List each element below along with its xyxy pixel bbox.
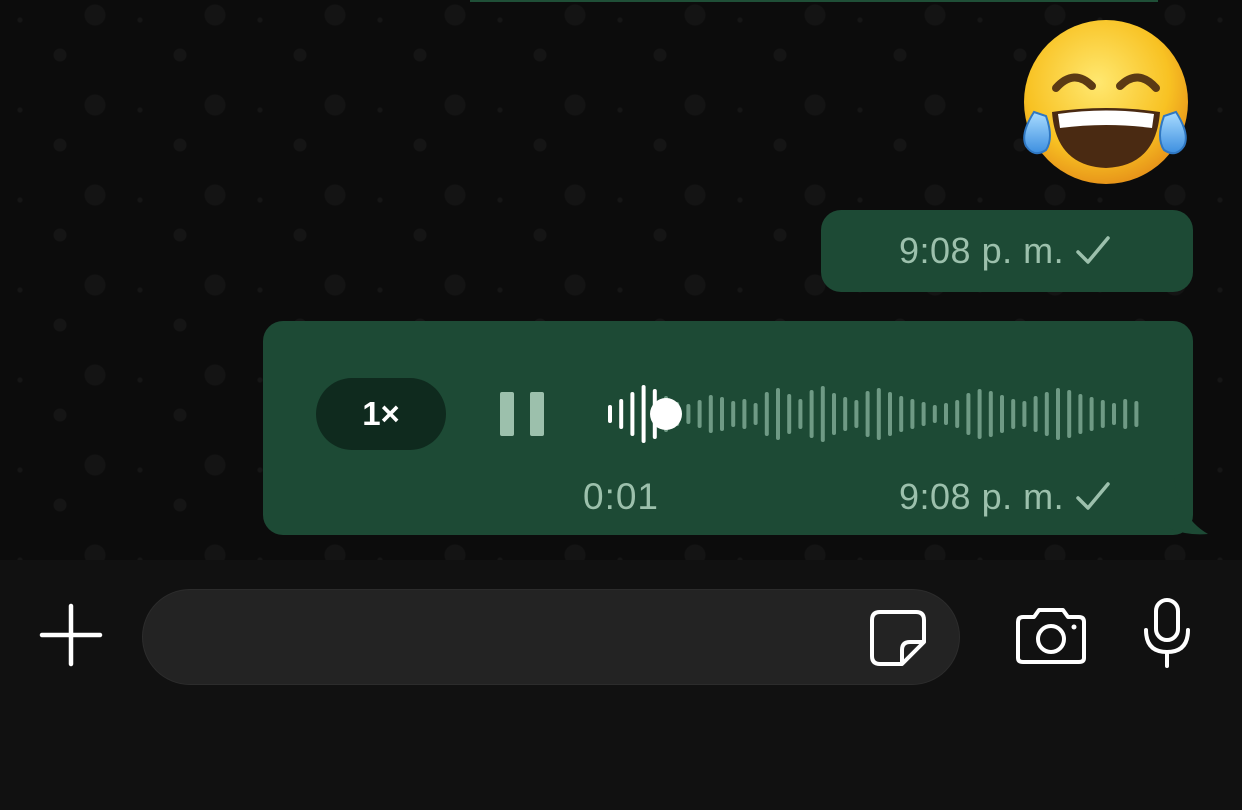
waveform-bar <box>1056 388 1060 440</box>
waveform-bar <box>776 388 780 440</box>
waveform-bar <box>1022 401 1027 427</box>
waveform-bar <box>753 403 758 425</box>
waveform-bar <box>888 392 892 436</box>
waveform-bar <box>608 405 612 423</box>
audio-waveform[interactable] <box>600 378 1148 450</box>
waveform-bar <box>1089 397 1094 431</box>
waveform-bar <box>820 386 825 442</box>
waveform-bar <box>720 397 724 431</box>
message-time: 9:08 p. m. <box>899 230 1065 271</box>
waveform-bar <box>854 400 859 428</box>
message-time: 9:08 p. m. <box>899 476 1065 517</box>
sticker-icon[interactable] <box>866 606 930 670</box>
single-check-icon <box>1074 480 1112 514</box>
waveform-bar <box>630 392 635 436</box>
previous-bubble-edge <box>470 0 1158 2</box>
camera-icon[interactable] <box>1012 606 1090 666</box>
waveform-bar <box>742 399 747 429</box>
waveform-bar <box>1100 400 1105 428</box>
waveform-bar <box>1078 394 1083 434</box>
waveform-bar <box>708 395 713 433</box>
waveform-bar <box>910 399 915 429</box>
waveform-bar <box>787 394 792 434</box>
message-meta: 9:08 p. m. <box>899 476 1112 518</box>
message-input[interactable] <box>175 616 859 662</box>
single-check-icon <box>1074 234 1112 268</box>
waveform-bar <box>619 399 624 429</box>
waveform-bar <box>1033 396 1038 432</box>
playback-scrubber-handle[interactable] <box>650 398 682 430</box>
pause-icon[interactable] <box>496 386 552 442</box>
waveform-bar <box>843 397 848 431</box>
emoji-message-bubble[interactable]: 9:08 p. m. <box>821 210 1193 292</box>
bubble-tail <box>1168 478 1208 535</box>
plus-icon[interactable] <box>38 602 104 668</box>
chat-area: 9:08 p. m. 1× 0:01 9:08 p. m. <box>0 0 1242 560</box>
voice-elapsed-time: 0:01 <box>583 476 660 517</box>
waveform-bar <box>876 388 881 440</box>
waveform-bar <box>697 400 702 428</box>
waveform-bar <box>1000 395 1004 433</box>
waveform-bar <box>798 399 803 429</box>
waveform-bar <box>921 402 926 426</box>
message-input-field[interactable] <box>142 589 960 685</box>
waveform-bar <box>1123 399 1128 429</box>
waveform-bar <box>832 393 836 435</box>
waveform-bar <box>764 392 769 436</box>
waveform-bar <box>1112 403 1116 425</box>
face-with-tears-of-joy-icon[interactable] <box>1016 16 1194 188</box>
waveform-bar <box>865 391 870 437</box>
waveform-bar <box>641 385 646 443</box>
waveform-bar <box>686 404 691 424</box>
waveform-bar <box>977 389 982 439</box>
waveform-bar <box>966 393 971 435</box>
waveform-bar <box>809 390 814 438</box>
waveform-bar <box>955 400 960 428</box>
message-meta: 9:08 p. m. <box>899 230 1112 272</box>
waveform-bar <box>1011 399 1016 429</box>
waveform-bar <box>1067 390 1072 438</box>
waveform-bar <box>1044 392 1049 436</box>
playback-speed-button[interactable]: 1× <box>316 378 446 450</box>
waveform-bar <box>988 391 993 437</box>
waveform-bar <box>899 396 904 432</box>
microphone-icon[interactable] <box>1140 596 1194 670</box>
waveform-bar <box>1134 401 1139 427</box>
waveform-bar <box>932 405 937 423</box>
waveform-bar <box>731 401 736 427</box>
waveform-bar <box>944 403 948 425</box>
